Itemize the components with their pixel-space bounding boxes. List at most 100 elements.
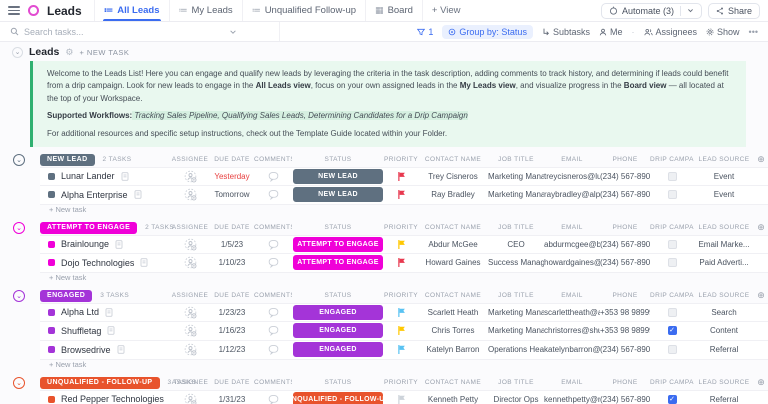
- status-pill[interactable]: ENGAGED: [293, 305, 383, 320]
- column-header-drip-campaign[interactable]: DRIP CAMPAIGN: [650, 224, 694, 231]
- priority-flag-icon[interactable]: [384, 344, 418, 355]
- phone-cell[interactable]: (234) 567-8901: [600, 240, 650, 249]
- new-task-button[interactable]: + NEW TASK: [79, 48, 129, 57]
- task-name[interactable]: Lunar Lander: [61, 171, 115, 181]
- email-cell[interactable]: raybradley@alphaent: [544, 190, 600, 199]
- drip-campaign-checkbox[interactable]: [668, 172, 677, 181]
- column-header-contact-name[interactable]: CONTACT NAME: [418, 224, 488, 231]
- search-box[interactable]: [10, 22, 280, 41]
- column-header-email[interactable]: EMAIL: [544, 224, 600, 231]
- priority-flag-icon[interactable]: [384, 325, 418, 336]
- gear-icon[interactable]: ⚙: [65, 47, 73, 58]
- column-header-lead-source[interactable]: LEAD SOURCE: [694, 379, 754, 386]
- comments-cell[interactable]: [254, 394, 292, 404]
- group-status-badge[interactable]: ATTEMPT TO ENGAGE: [40, 222, 137, 234]
- collapse-list-icon[interactable]: ⌄: [12, 47, 23, 58]
- column-header-due-date[interactable]: DUE DATE: [210, 379, 254, 386]
- task-name-cell[interactable]: Alpha Enterprise: [40, 190, 170, 200]
- assignee-cell[interactable]: [170, 170, 210, 183]
- column-header-contact-name[interactable]: CONTACT NAME: [418, 156, 488, 163]
- assignees-button[interactable]: Assignees: [644, 27, 698, 37]
- group-status-badge[interactable]: ENGAGED: [40, 290, 92, 302]
- contact-name-cell[interactable]: Trey Cisneros: [418, 172, 488, 181]
- comments-cell[interactable]: [254, 325, 292, 336]
- tab-unqualified-follow-up[interactable]: ≔ Unqualified Follow-up: [242, 0, 365, 21]
- drip-campaign-checkbox[interactable]: [668, 395, 677, 404]
- column-header-drip-campaign[interactable]: DRIP CAMPAIGN: [650, 292, 694, 299]
- automate-button[interactable]: Automate (3): [601, 3, 702, 19]
- email-cell[interactable]: katelynbarron@brow: [544, 345, 600, 354]
- comments-cell[interactable]: [254, 257, 292, 268]
- due-date-cell[interactable]: 1/23/23: [210, 308, 254, 317]
- add-view-button[interactable]: + View: [422, 0, 470, 21]
- drip-campaign-checkbox[interactable]: [668, 258, 677, 267]
- status-pill[interactable]: ENGAGED: [293, 342, 383, 357]
- contact-name-cell[interactable]: Chris Torres: [418, 326, 488, 335]
- job-title-cell[interactable]: Operations Head: [488, 345, 544, 354]
- drip-campaign-checkbox[interactable]: [668, 345, 677, 354]
- column-header-status[interactable]: STATUS: [292, 224, 384, 231]
- group-by-button[interactable]: Group by: Status: [442, 25, 533, 39]
- column-header-job-title[interactable]: JOB TITLE: [488, 292, 544, 299]
- phone-cell[interactable]: (234) 567-8901: [600, 172, 650, 181]
- assignee-cell[interactable]: [170, 306, 210, 319]
- space-icon[interactable]: [28, 5, 39, 16]
- column-header-phone[interactable]: PHONE: [600, 156, 650, 163]
- task-status-square[interactable]: [48, 259, 55, 266]
- due-date-cell[interactable]: 1/16/23: [210, 326, 254, 335]
- column-header-phone[interactable]: PHONE: [600, 224, 650, 231]
- task-status-square[interactable]: [48, 309, 55, 316]
- column-header-status[interactable]: STATUS: [292, 156, 384, 163]
- task-status-square[interactable]: [48, 173, 55, 180]
- column-header-lead-source[interactable]: LEAD SOURCE: [694, 156, 754, 163]
- column-header-priority[interactable]: PRIORITY: [384, 156, 418, 163]
- column-header-email[interactable]: EMAIL: [544, 292, 600, 299]
- task-name[interactable]: Dojo Technologies: [61, 258, 134, 268]
- lead-source-cell[interactable]: Email Marke...: [694, 240, 754, 249]
- tab-my-leads[interactable]: ≔ My Leads: [169, 0, 242, 21]
- task-status-square[interactable]: [48, 241, 55, 248]
- drip-campaign-checkbox[interactable]: [668, 240, 677, 249]
- job-title-cell[interactable]: Director Ops: [488, 395, 544, 404]
- column-header-lead-source[interactable]: LEAD SOURCE: [694, 224, 754, 231]
- priority-flag-icon[interactable]: [384, 189, 418, 200]
- comments-cell[interactable]: [254, 239, 292, 250]
- task-name[interactable]: Red Pepper Technologies: [61, 394, 164, 404]
- task-name-cell[interactable]: Red Pepper Technologies: [40, 394, 170, 404]
- task-name[interactable]: Alpha Ltd: [61, 307, 99, 317]
- due-date-cell[interactable]: Tomorrow: [210, 190, 254, 199]
- column-header-drip-campaign[interactable]: DRIP CAMPAIGN: [650, 379, 694, 386]
- contact-name-cell[interactable]: Katelyn Barron: [418, 345, 488, 354]
- column-header-comments[interactable]: COMMENTS: [254, 379, 292, 386]
- drip-campaign-checkbox[interactable]: [668, 190, 677, 199]
- group-status-badge[interactable]: UNQUALIFIED - FOLLOW-UP: [40, 377, 160, 389]
- me-button[interactable]: Me: [599, 27, 623, 37]
- column-header-status[interactable]: STATUS: [292, 379, 384, 386]
- task-name-cell[interactable]: Dojo Technologies: [40, 258, 170, 268]
- assignee-cell[interactable]: [170, 256, 210, 269]
- phone-cell[interactable]: (234) 567-8901: [600, 395, 650, 404]
- lead-source-cell[interactable]: Paid Adverti...: [694, 258, 754, 267]
- column-header-contact-name[interactable]: CONTACT NAME: [418, 292, 488, 299]
- add-column-icon[interactable]: ⊕: [754, 222, 768, 233]
- collapse-group-icon[interactable]: ⌄: [13, 222, 25, 234]
- add-column-icon[interactable]: ⊕: [754, 377, 768, 388]
- status-pill[interactable]: ENGAGED: [293, 323, 383, 338]
- task-status-square[interactable]: [48, 327, 55, 334]
- column-header-assignee[interactable]: ASSIGNEE: [170, 292, 210, 299]
- lead-source-cell[interactable]: Referral: [694, 345, 754, 354]
- priority-flag-icon[interactable]: [384, 239, 418, 250]
- priority-flag-icon[interactable]: [384, 257, 418, 268]
- chevron-down-icon[interactable]: [229, 28, 237, 36]
- new-task-row[interactable]: + New task: [40, 205, 768, 215]
- column-header-phone[interactable]: PHONE: [600, 379, 650, 386]
- due-date-cell[interactable]: Yesterday: [210, 172, 254, 181]
- assignee-cell[interactable]: [170, 188, 210, 201]
- column-header-priority[interactable]: PRIORITY: [384, 379, 418, 386]
- drip-campaign-checkbox[interactable]: [668, 308, 677, 317]
- new-task-row[interactable]: + New task: [40, 360, 768, 370]
- drip-campaign-checkbox[interactable]: [668, 326, 677, 335]
- email-cell[interactable]: howardgaines@dojot: [544, 258, 600, 267]
- task-status-square[interactable]: [48, 346, 55, 353]
- task-name[interactable]: Browsedrive: [61, 345, 111, 355]
